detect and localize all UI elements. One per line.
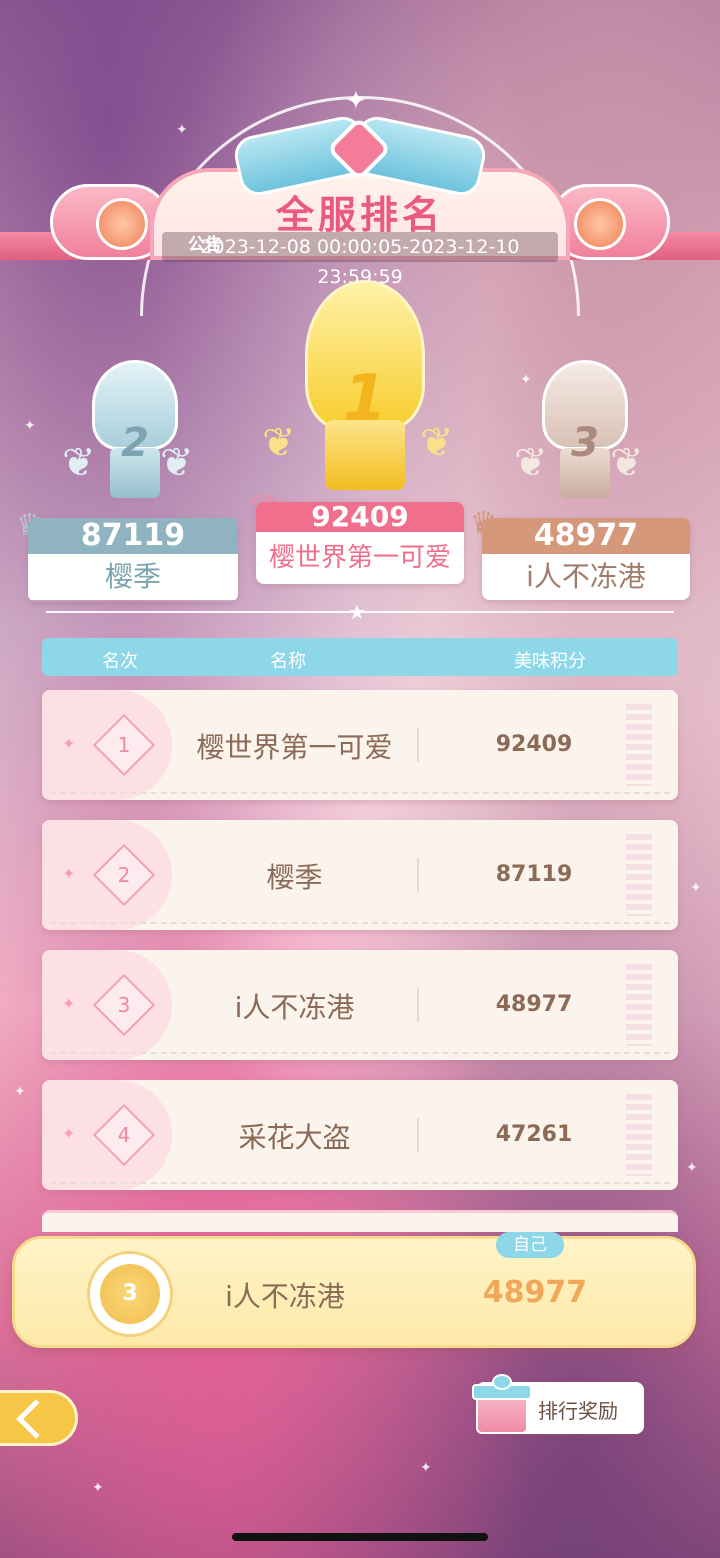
sparkle-icon: ✦	[62, 734, 76, 753]
ranking-row[interactable]: ✦ 3 i人不冻港 48977	[42, 950, 678, 1060]
laurel-icon: ❦	[262, 420, 296, 466]
page-title: 全服排名	[275, 193, 444, 237]
sparkle-decoration: ✦	[420, 1460, 432, 1476]
row-name: 采花大盗	[238, 1121, 351, 1154]
podium-name: i人不冻港	[482, 554, 690, 600]
header-score: 美味积分	[514, 651, 586, 672]
sparkle-decoration: ✦	[690, 880, 702, 896]
star-icon: ✦	[345, 86, 367, 116]
self-name: i人不冻港	[225, 1280, 345, 1313]
laurel-icon: ❦	[160, 440, 194, 486]
laurel-icon: ❦	[420, 420, 454, 466]
podium-score: 87119	[28, 518, 238, 554]
row-divider	[417, 1118, 419, 1152]
barcode-decoration	[626, 834, 652, 916]
back-button[interactable]	[0, 1390, 78, 1446]
reward-button-label: 排行奖励	[538, 1399, 618, 1423]
podium-card-first: 92409 樱世界第一可爱	[256, 502, 464, 584]
sparkle-decoration: ✦	[14, 1084, 26, 1100]
gift-icon[interactable]	[470, 1374, 534, 1436]
ranking-row[interactable]: ✦ 4 采花大盗 47261	[42, 1080, 678, 1190]
ranking-table-header: 名次 名称 美味积分	[42, 638, 678, 676]
row-name: i人不冻港	[234, 991, 355, 1024]
sparkle-decoration: ✦	[686, 1160, 698, 1176]
podium-score: 92409	[256, 502, 464, 532]
row-rank: 1	[117, 733, 131, 757]
sparkle-icon: ✦	[62, 1124, 76, 1143]
star-icon: ★	[348, 600, 366, 624]
gold-trophy: 1	[290, 280, 440, 500]
notice-tag: 公告	[188, 235, 222, 255]
row-divider	[417, 728, 419, 762]
rank-medal-icon: 3	[87, 1251, 173, 1337]
row-name: 樱季	[266, 861, 323, 894]
sparkle-decoration: ✦	[92, 1480, 104, 1496]
home-indicator[interactable]	[232, 1533, 488, 1541]
sparkle-icon: ✦	[62, 864, 76, 883]
podium-name: 樱世界第一可爱	[256, 532, 464, 584]
barcode-decoration	[626, 964, 652, 1046]
row-rank: 4	[117, 1123, 131, 1147]
barcode-decoration	[626, 1094, 652, 1176]
podium-name: 樱季	[28, 554, 238, 600]
barcode-decoration	[626, 704, 652, 786]
ranking-banner: ✦ 全服排名 2023-12-08 00:00:05-2023-12-10 23…	[0, 86, 720, 316]
row-score: 92409	[495, 732, 573, 757]
ranking-row[interactable]: ✦ 2 樱季 87119	[42, 820, 678, 930]
self-ranking-bar[interactable]: 3 i人不冻港 48977	[12, 1236, 696, 1348]
row-name: 樱世界第一可爱	[196, 731, 393, 764]
back-arrow-icon	[16, 1399, 56, 1439]
gift-ribbon	[492, 1374, 512, 1390]
sparkle-decoration: ✦	[24, 418, 36, 434]
self-score: 48977	[482, 1275, 588, 1310]
bronze-trophy: 3	[510, 360, 660, 510]
podium-card-second: 87119 樱季	[28, 518, 238, 602]
podium-card-third: 48977 i人不冻港	[482, 518, 690, 600]
laurel-icon: ❦	[610, 440, 644, 486]
silver-trophy: 2	[60, 360, 210, 510]
podium-score: 48977	[482, 518, 690, 554]
podium-rank-1: 1	[342, 362, 388, 436]
self-tag: 自己	[496, 1232, 564, 1258]
header-rank: 名次	[102, 651, 138, 672]
laurel-icon: ❦	[514, 440, 548, 486]
row-score: 48977	[495, 992, 573, 1017]
laurel-icon: ❦	[62, 440, 96, 486]
row-rank: 2	[117, 863, 131, 887]
row-rank: 3	[117, 993, 131, 1017]
row-score: 47261	[495, 1122, 573, 1147]
gift-box	[476, 1394, 528, 1434]
row-score: 87119	[495, 862, 573, 887]
ranking-row-partial[interactable]	[42, 1210, 678, 1232]
row-divider	[417, 988, 419, 1022]
self-rank: 3	[100, 1264, 160, 1324]
ranking-row[interactable]: ✦ 1 樱世界第一可爱 92409	[42, 690, 678, 800]
header-name: 名称	[270, 651, 306, 672]
row-divider	[417, 858, 419, 892]
sparkle-icon: ✦	[62, 994, 76, 1013]
